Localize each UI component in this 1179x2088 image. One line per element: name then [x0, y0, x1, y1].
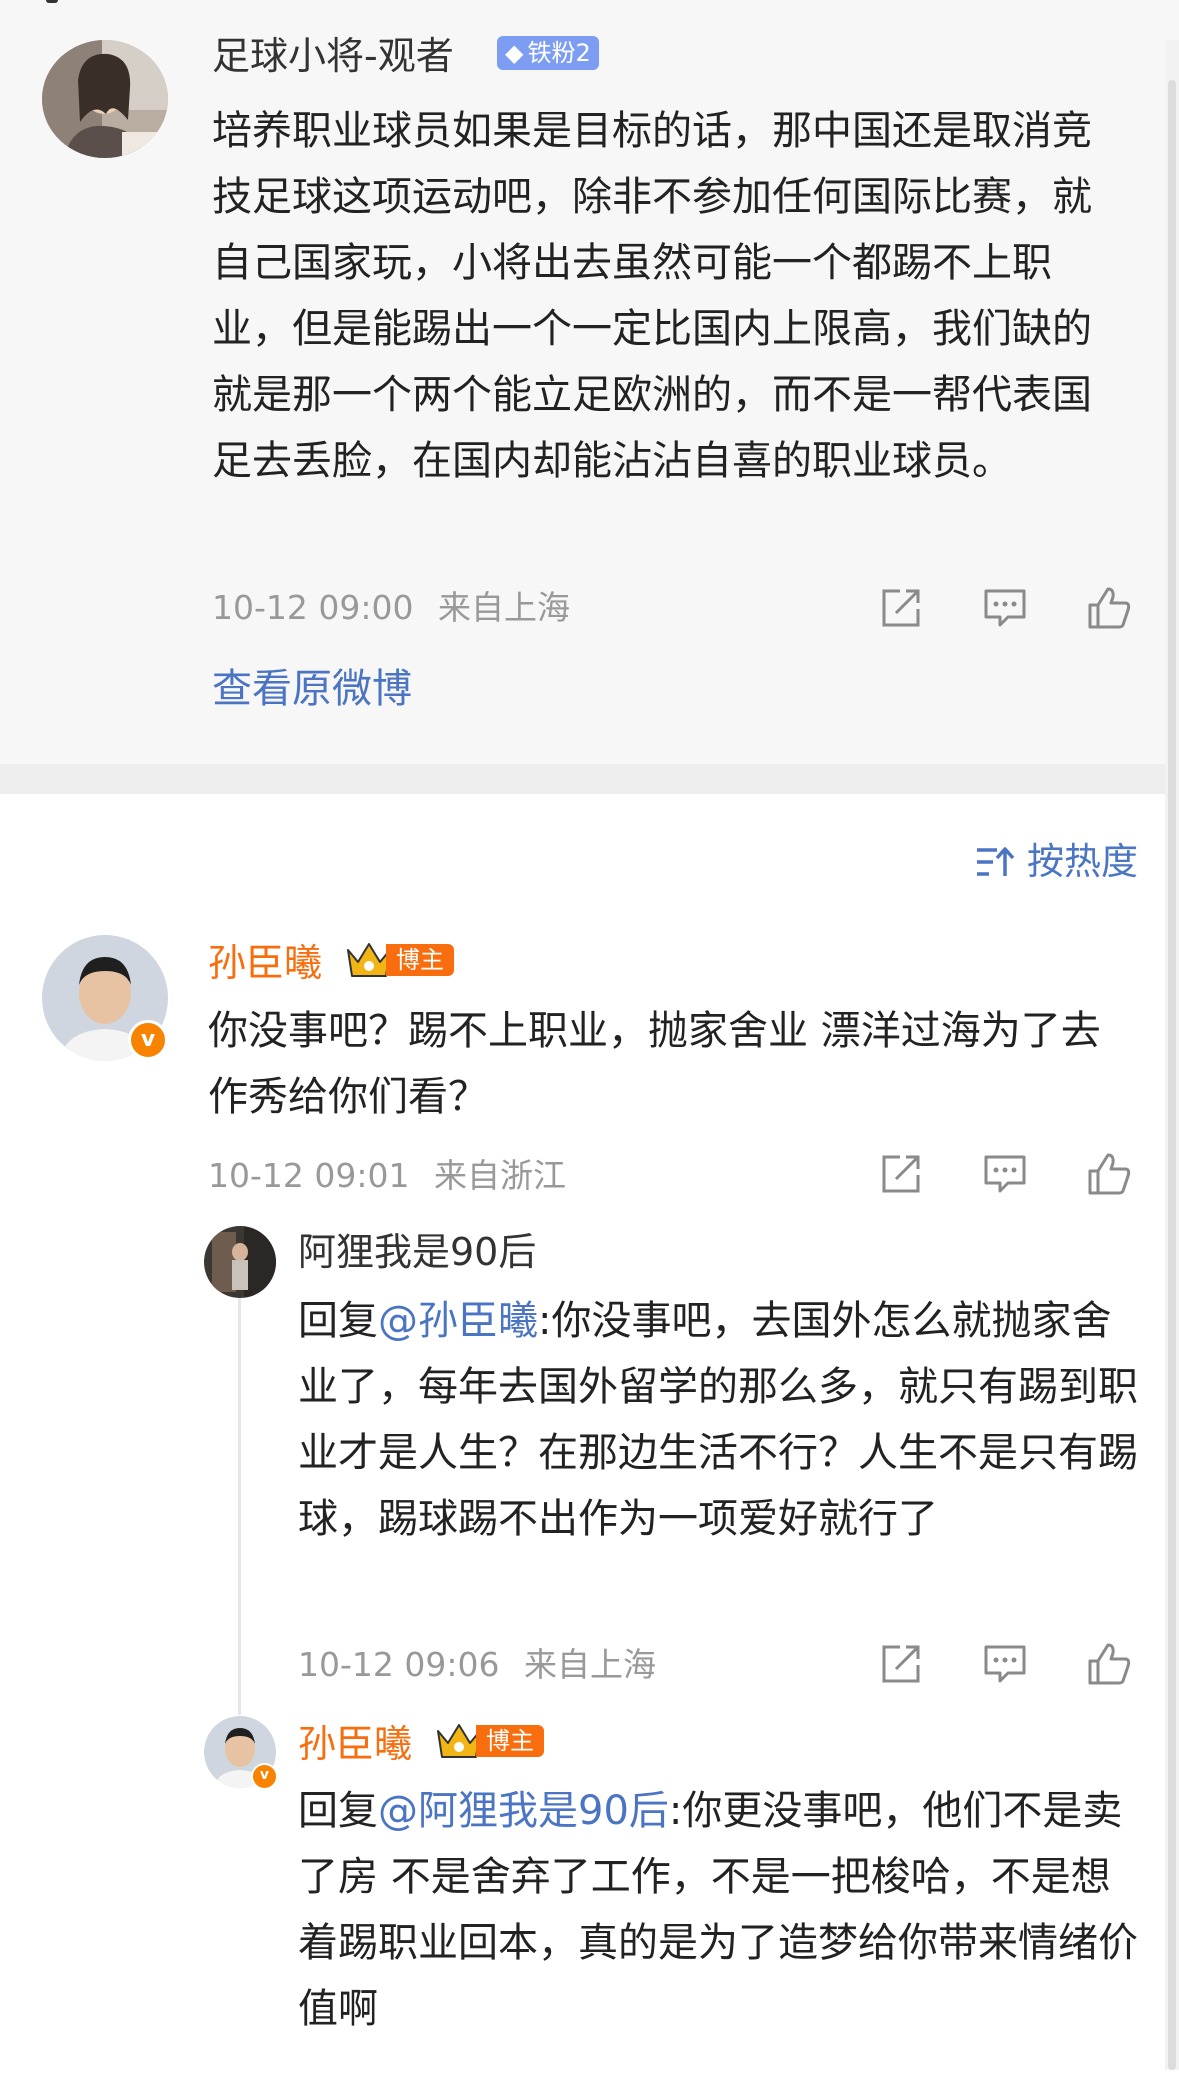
- blogger-badge: 博主: [344, 940, 464, 978]
- verified-v-icon: v: [251, 1763, 278, 1790]
- comment-author-name[interactable]: 孙臣曦: [208, 941, 322, 985]
- original-post: 足球小将-观者 ◆ 铁粉2 培养职业球员如果是目标的话，那中国还是取消竞技足球这项…: [0, 34, 1165, 764]
- share-icon[interactable]: [878, 585, 924, 631]
- blogger-badge-label: 博主: [386, 944, 454, 976]
- diamond-icon: ◆: [505, 39, 524, 67]
- comment-actions: [878, 1151, 1138, 1199]
- comment-icon[interactable]: [982, 1641, 1028, 1687]
- share-icon[interactable]: [878, 1641, 924, 1687]
- reply-thread-line: [238, 1291, 241, 1715]
- comment-text: 你没事吧？踢不上职业，抛家舍业 漂洋过海为了去作秀给你们看？: [208, 1008, 1101, 1120]
- post-source: 来自上海: [437, 588, 570, 627]
- header-remnant: [46, 0, 58, 3]
- reply-text: 回复@阿狸我是90后:你更没事吧，他们不是卖了房 不是舍弃了工作，不是一把梭哈，…: [298, 1778, 1138, 2042]
- top-status-strip: [0, 0, 1179, 41]
- verified-v-icon: v: [128, 1020, 168, 1060]
- blogger-badge-label: 博主: [476, 1725, 544, 1757]
- share-icon[interactable]: [878, 1151, 924, 1197]
- comment-source: 来自浙江: [433, 1156, 566, 1195]
- post-author-avatar[interactable]: [42, 40, 168, 158]
- bottom-edge: [0, 2070, 1179, 2088]
- post-meta: 10-12 09:00 来自上海: [212, 588, 570, 628]
- reply-mention[interactable]: @孙臣曦: [378, 1298, 538, 1344]
- like-icon[interactable]: [1086, 1641, 1132, 1687]
- reply-author-avatar[interactable]: [204, 1226, 276, 1298]
- post-text: 培养职业球员如果是目标的话，那中国还是取消竞技足球这项运动吧，除非不参加任何国际…: [212, 108, 1092, 484]
- post-author-name[interactable]: 足球小将-观者: [212, 34, 454, 78]
- comment-icon[interactable]: [982, 1151, 1028, 1197]
- sort-label: 按热度: [1027, 840, 1138, 883]
- reply-source: 来自上海: [523, 1645, 656, 1684]
- post-time: 10-12 09:00: [212, 588, 414, 627]
- scrollbar-thumb[interactable]: [1168, 80, 1176, 2070]
- reply-time: 10-12 09:06: [298, 1645, 500, 1684]
- fan-level-badge[interactable]: ◆ 铁粉2: [497, 36, 599, 70]
- view-original-link[interactable]: 查看原微博: [212, 665, 412, 713]
- blogger-badge: 博主: [434, 1721, 554, 1759]
- sort-icon: [975, 844, 1015, 892]
- comment-icon[interactable]: [982, 585, 1028, 631]
- reply-actions: [878, 1641, 1138, 1689]
- reply-mention[interactable]: @阿狸我是90后: [378, 1788, 669, 1834]
- post-actions: [878, 585, 1138, 633]
- like-icon[interactable]: [1086, 585, 1132, 631]
- like-icon[interactable]: [1086, 1151, 1132, 1197]
- scrollbar[interactable]: [1165, 40, 1179, 2080]
- comment-meta: 10-12 09:01 来自浙江: [208, 1156, 566, 1196]
- fan-badge-label: 铁粉2: [527, 39, 591, 67]
- reply-author-name[interactable]: 孙臣曦: [298, 1722, 412, 1766]
- reply-prefix: 回复: [298, 1298, 378, 1344]
- reply-text: 回复@孙臣曦:你没事吧，去国外怎么就抛家舍业了，每年去国外留学的那么多，就只有踢…: [298, 1288, 1138, 1552]
- comment-time: 10-12 09:01: [208, 1156, 410, 1195]
- section-separator: [0, 764, 1165, 794]
- reply-meta: 10-12 09:06 来自上海: [298, 1645, 656, 1685]
- reply-author-name[interactable]: 阿狸我是90后: [298, 1230, 536, 1274]
- reply-prefix: 回复: [298, 1788, 378, 1834]
